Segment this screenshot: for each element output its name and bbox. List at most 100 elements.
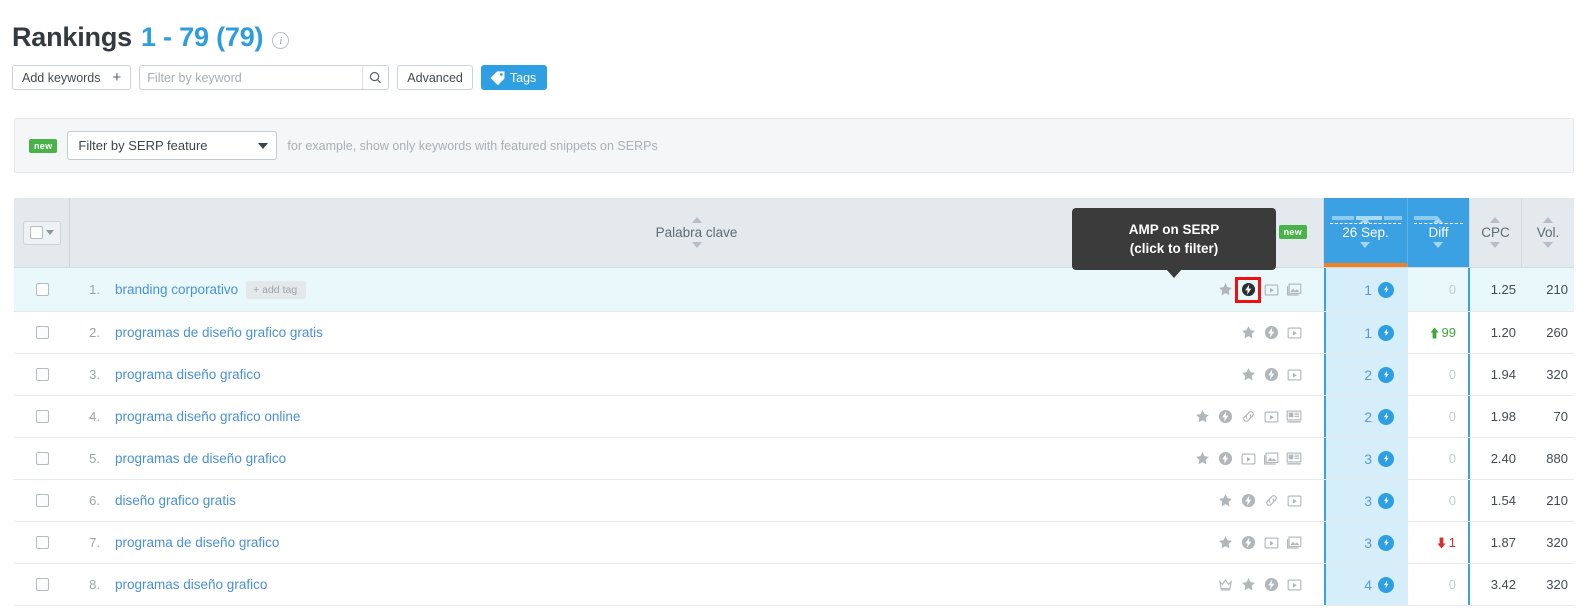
table-row[interactable]: 1. branding corporativo + add tag 1 0 1.25 210 [14,268,1574,312]
video-icon[interactable] [1263,535,1279,551]
star-icon[interactable] [1217,282,1233,298]
keyword-link[interactable]: branding corporativo [115,282,238,297]
row-checkbox[interactable] [35,578,49,591]
star-icon[interactable] [1194,451,1210,467]
header-diff[interactable]: Diff [1408,198,1470,267]
table-row[interactable]: 4. programa diseño grafico online 2 0 1.98 70 [14,396,1574,438]
header-cpc[interactable]: CPC [1470,198,1522,267]
row-checkbox[interactable] [35,410,49,423]
amp-icon[interactable] [1378,366,1394,383]
row-checkbox[interactable] [35,536,49,549]
link-icon[interactable] [1240,409,1256,425]
row-checkbox[interactable] [35,368,49,381]
star-icon[interactable] [1194,409,1210,425]
keyword-link[interactable]: programas diseño grafico [115,577,267,592]
image-icon[interactable] [1286,282,1302,298]
video-icon[interactable] [1240,451,1256,467]
vol-sorter[interactable]: Vol. [1537,216,1559,249]
tags-button[interactable]: Tags [480,65,548,90]
row-checkbox[interactable] [35,494,49,507]
amp-icon[interactable] [1378,408,1394,425]
diff-cell: 1 [1408,522,1470,563]
amp-icon[interactable] [1263,325,1279,341]
search-button[interactable] [362,66,389,89]
serp-feature-select[interactable]: Filter by SERP feature [67,131,278,160]
star-icon[interactable] [1217,535,1233,551]
sort-asc-icon[interactable] [691,216,702,223]
row-checkbox[interactable] [35,452,49,465]
table-row[interactable]: 3. programa diseño grafico 2 0 1.94 320 [14,354,1574,396]
sort-desc-icon[interactable] [1433,242,1444,249]
news-icon[interactable] [1286,409,1302,425]
search-icon [370,71,382,84]
search-input[interactable] [140,66,363,89]
amp-icon[interactable] [1217,451,1233,467]
cpc-sorter[interactable]: CPC [1481,216,1510,249]
sort-asc-icon[interactable] [1490,216,1501,223]
row-keyword-cell: programas diseño grafico [106,564,1164,605]
keyword-link[interactable]: programas de diseño grafico [115,451,286,466]
amp-icon[interactable] [1378,450,1394,467]
row-checkbox[interactable] [35,326,49,339]
sort-desc-icon[interactable] [1360,242,1371,249]
video-icon[interactable] [1286,325,1302,341]
sort-desc-icon[interactable] [1543,242,1553,249]
table-row[interactable]: 6. diseño grafico gratis 3 0 1.54 210 [14,480,1574,522]
news-icon[interactable] [1286,451,1302,467]
keyword-link[interactable]: diseño grafico gratis [115,493,236,508]
crown-icon[interactable] [1217,577,1233,593]
image-icon[interactable] [1286,535,1302,551]
sort-desc-icon[interactable] [1490,242,1501,249]
amp-icon-highlighted[interactable] [1235,276,1261,303]
amp-icon[interactable] [1378,324,1394,341]
video-icon[interactable] [1286,367,1302,383]
video-icon[interactable] [1263,409,1279,425]
amp-icon[interactable] [1240,535,1256,551]
star-icon[interactable] [1217,493,1233,509]
amp-icon[interactable] [1378,534,1394,551]
header-vol[interactable]: Vol. [1522,198,1574,267]
diff-value: 0 [1448,493,1456,508]
keyword-link[interactable]: programas de diseño grafico gratis [115,325,323,340]
amp-icon[interactable] [1378,492,1394,509]
sort-asc-icon[interactable] [1543,216,1553,223]
amp-icon[interactable] [1240,493,1256,509]
header-rank-date[interactable]: 26 Sep. [1324,198,1408,267]
video-icon[interactable] [1286,577,1302,593]
table-row[interactable]: 2. programas de diseño grafico gratis 1 99 1… [14,312,1574,354]
amp-icon[interactable] [1263,367,1279,383]
table-row[interactable]: 8. programas diseño grafico 4 0 3.42 320 [14,564,1574,606]
amp-icon[interactable] [1263,577,1279,593]
amp-icon[interactable] [1378,576,1394,593]
table-row[interactable]: 5. programas de diseño grafico 3 0 2.40 880 [14,438,1574,480]
table-row[interactable]: 7. programa de diseño grafico 3 1 1.87 320 [14,522,1574,564]
video-icon[interactable] [1286,493,1302,509]
row-index: 2. [89,325,100,340]
header-cpc-label: CPC [1481,224,1510,240]
star-icon[interactable] [1240,577,1256,593]
amp-icon[interactable] [1378,281,1394,298]
keyword-sorter[interactable]: Palabra clave [656,216,737,249]
advanced-button[interactable]: Advanced [397,65,473,90]
star-icon[interactable] [1240,367,1256,383]
diff-value: 0 [1448,409,1456,424]
video-icon[interactable] [1263,282,1279,298]
info-icon[interactable]: i [272,32,290,49]
sort-desc-icon[interactable] [691,242,702,249]
row-checkbox[interactable] [35,283,49,296]
select-all-dropdown[interactable] [22,220,61,245]
keyword-link[interactable]: programa de diseño grafico [115,535,279,550]
link-icon[interactable] [1263,493,1279,509]
amp-icon[interactable] [1217,409,1233,425]
serp-features-cell [1164,268,1324,311]
star-icon[interactable] [1240,325,1256,341]
keyword-link[interactable]: programa diseño grafico online [115,409,300,424]
cpc-cell: 1.87 [1490,535,1516,550]
add-keywords-button[interactable]: Add keywords + [12,65,132,90]
keyword-link[interactable]: programa diseño grafico [115,367,261,382]
add-tag-button[interactable]: + add tag [246,280,307,299]
image-icon[interactable] [1263,451,1279,467]
row-keyword-cell: programa diseño grafico [106,354,1164,395]
select-all-checkbox[interactable] [29,226,43,239]
row-keyword-cell: programas de diseño grafico [106,438,1164,479]
